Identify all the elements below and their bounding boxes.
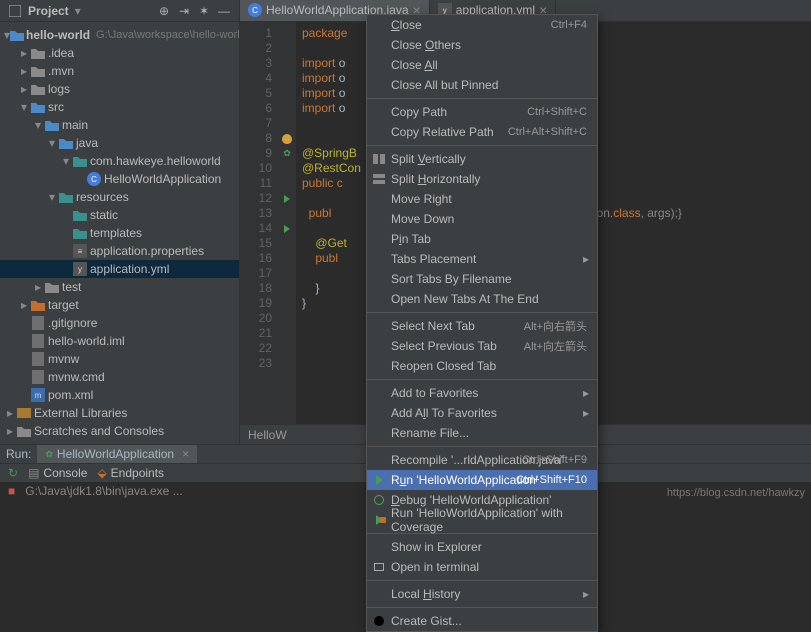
gist-icon bbox=[371, 613, 387, 629]
gear-icon[interactable]: ✶ bbox=[197, 4, 211, 18]
ctx-tabs-placement[interactable]: Tabs Placement▸ bbox=[367, 249, 597, 269]
tree-node-pom[interactable]: mpom.xml bbox=[0, 386, 239, 404]
ctx-gist[interactable]: Create Gist... bbox=[367, 611, 597, 631]
ctx-sel-prev[interactable]: Select Previous TabAlt+向左箭头 bbox=[367, 336, 597, 356]
rerun-icon[interactable]: ↻ bbox=[8, 466, 18, 480]
target-icon[interactable]: ⊕ bbox=[157, 4, 171, 18]
ctx-sort-tabs[interactable]: Sort Tabs By Filename bbox=[367, 269, 597, 289]
tree-node-mvnwcmd[interactable]: mvnw.cmd bbox=[0, 368, 239, 386]
run-gutter-icon[interactable] bbox=[284, 195, 290, 203]
tree-node-app-class[interactable]: CHelloWorldApplication bbox=[0, 170, 239, 188]
line-gutter: 1234567891011121314151617181920212223 bbox=[240, 22, 278, 424]
tree-node-gitignore[interactable]: .gitignore bbox=[0, 314, 239, 332]
ctx-open-new[interactable]: Open New Tabs At The End bbox=[367, 289, 597, 309]
ctx-split-h[interactable]: Split Horizontally bbox=[367, 169, 597, 189]
terminal-icon bbox=[371, 559, 387, 575]
tree-node-mvn[interactable]: ▸.mvn bbox=[0, 62, 239, 80]
maven-icon: m bbox=[31, 388, 45, 402]
project-header: Project ▾ ⊕ ⇥ ✶ — bbox=[0, 0, 239, 22]
project-title[interactable]: Project bbox=[28, 4, 69, 18]
ctx-coverage[interactable]: Run 'HelloWorldApplication' with Coverag… bbox=[367, 510, 597, 530]
yml-icon: y bbox=[73, 262, 87, 276]
run-tab[interactable]: ✿HelloWorldApplication× bbox=[37, 445, 197, 463]
tree-node-java[interactable]: ▾java bbox=[0, 134, 239, 152]
ctx-close-pinned[interactable]: Close All but Pinned bbox=[367, 75, 597, 95]
tree-node-test[interactable]: ▸test bbox=[0, 278, 239, 296]
run-label: Run: bbox=[6, 447, 31, 461]
ctx-reopen[interactable]: Reopen Closed Tab bbox=[367, 356, 597, 376]
hide-icon[interactable]: — bbox=[217, 4, 231, 18]
ctx-copy-rel[interactable]: Copy Relative PathCtrl+Alt+Shift+C bbox=[367, 122, 597, 142]
tree-node-idea[interactable]: ▸.idea bbox=[0, 44, 239, 62]
tree-node-src[interactable]: ▾src bbox=[0, 98, 239, 116]
tree-node-app-props[interactable]: ≡application.properties bbox=[0, 242, 239, 260]
tree-node-templates[interactable]: templates bbox=[0, 224, 239, 242]
file-icon: ≡ bbox=[73, 244, 87, 258]
spring-icon: ✿ bbox=[283, 146, 291, 161]
stop-icon[interactable]: ■ bbox=[8, 484, 15, 498]
tree-node-main[interactable]: ▾main bbox=[0, 116, 239, 134]
collapse-icon[interactable]: ⇥ bbox=[177, 4, 191, 18]
split-h-icon bbox=[371, 171, 387, 187]
tree-node-package[interactable]: ▾com.hawkeye.helloworld bbox=[0, 152, 239, 170]
tree-node-scratches[interactable]: ▸Scratches and Consoles bbox=[0, 422, 239, 440]
project-tree[interactable]: ▾hello-worldG:\Java\workspace\hello-worl… bbox=[0, 22, 239, 444]
ctx-close-all[interactable]: Close All bbox=[367, 55, 597, 75]
project-sidebar: Project ▾ ⊕ ⇥ ✶ — ▾hello-worldG:\Java\wo… bbox=[0, 0, 240, 444]
debug-icon bbox=[371, 492, 387, 508]
ctx-close[interactable]: CloseCtrl+F4 bbox=[367, 15, 597, 35]
ctx-close-others[interactable]: Close Others bbox=[367, 35, 597, 55]
ctx-move-down[interactable]: Move Down bbox=[367, 209, 597, 229]
split-v-icon bbox=[371, 151, 387, 167]
tree-node-iml[interactable]: hello-world.iml bbox=[0, 332, 239, 350]
tree-node-target[interactable]: ▸target bbox=[0, 296, 239, 314]
project-icon bbox=[8, 4, 22, 18]
run-gutter-icon[interactable] bbox=[284, 225, 290, 233]
tree-node-ext-libs[interactable]: ▸External Libraries bbox=[0, 404, 239, 422]
console-tab[interactable]: ▤Console bbox=[28, 466, 87, 480]
ctx-run[interactable]: Run 'HelloWorldApplication'Ctrl+Shift+F1… bbox=[367, 470, 597, 490]
watermark: https://blog.csdn.net/hawkzy bbox=[667, 487, 805, 499]
run-icon bbox=[371, 472, 387, 488]
tree-project-root[interactable]: ▾hello-worldG:\Java\workspace\hello-worl… bbox=[0, 26, 239, 44]
tree-node-mvnw[interactable]: mvnw bbox=[0, 350, 239, 368]
ctx-add-all-fav[interactable]: Add All To Favorites▸ bbox=[367, 403, 597, 423]
class-icon: C bbox=[248, 3, 262, 17]
coverage-icon bbox=[371, 512, 387, 528]
bulb-icon[interactable] bbox=[282, 134, 292, 144]
tree-node-resources[interactable]: ▾resources bbox=[0, 188, 239, 206]
ctx-split-v[interactable]: Split Vertically bbox=[367, 149, 597, 169]
ctx-move-right[interactable]: Move Right bbox=[367, 189, 597, 209]
spring-icon: ✿ bbox=[45, 449, 53, 460]
ctx-history[interactable]: Local History▸ bbox=[367, 584, 597, 604]
ctx-rename[interactable]: Rename File... bbox=[367, 423, 597, 443]
ctx-sel-next[interactable]: Select Next TabAlt+向右箭头 bbox=[367, 316, 597, 336]
endpoints-tab[interactable]: ⬙Endpoints bbox=[97, 466, 164, 480]
ctx-recompile[interactable]: Recompile '...rldApplication.java'Ctrl+S… bbox=[367, 450, 597, 470]
ctx-terminal[interactable]: Open in terminal bbox=[367, 557, 597, 577]
tree-node-app-yml[interactable]: yapplication.yml bbox=[0, 260, 239, 278]
gutter-icons: ✿ bbox=[278, 22, 296, 424]
tree-node-logs[interactable]: ▸logs bbox=[0, 80, 239, 98]
close-icon[interactable]: × bbox=[182, 447, 189, 461]
ctx-copy-path[interactable]: Copy PathCtrl+Shift+C bbox=[367, 102, 597, 122]
ctx-add-fav[interactable]: Add to Favorites▸ bbox=[367, 383, 597, 403]
context-menu: CloseCtrl+F4 Close Others Close All Clos… bbox=[366, 14, 598, 632]
class-icon: C bbox=[87, 172, 101, 186]
tree-node-static[interactable]: static bbox=[0, 206, 239, 224]
ctx-pin[interactable]: Pin Tab bbox=[367, 229, 597, 249]
ctx-explorer[interactable]: Show in Explorer bbox=[367, 537, 597, 557]
